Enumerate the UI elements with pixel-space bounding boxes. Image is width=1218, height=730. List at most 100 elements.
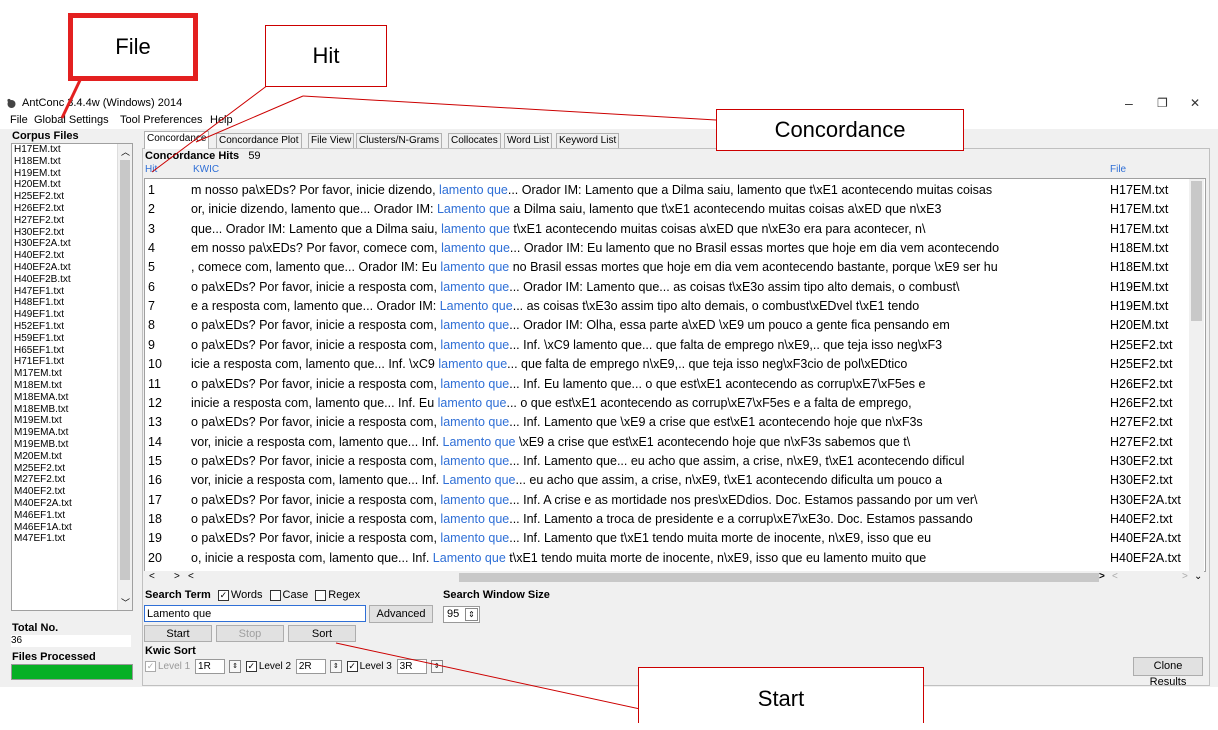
tab-concordance[interactable]: Concordance — [144, 131, 210, 149]
row-file-name[interactable]: H40EF2.txt — [1110, 510, 1173, 529]
tab-collocates[interactable]: Collocates — [448, 133, 501, 148]
table-row[interactable]: 20 o, inicie a resposta com, lamento que.… — [145, 549, 1205, 568]
table-row[interactable]: 4 em nosso pa\xEDs? Por favor, comece com… — [145, 239, 1205, 258]
kwic-keyword[interactable]: lamento que — [440, 260, 509, 274]
kwic-keyword[interactable]: lamento que — [440, 338, 509, 352]
column-header-kwic[interactable]: KWIC — [193, 164, 219, 175]
table-row[interactable]: 14 vor, inicie a resposta com, lamento qu… — [145, 433, 1205, 452]
list-item[interactable]: H18EM.txt — [14, 156, 118, 168]
row-file-name[interactable]: H17EM.txt — [1110, 200, 1168, 219]
list-item[interactable]: H30EF2A.txt — [14, 238, 118, 250]
kwic-keyword[interactable]: lamento que — [440, 415, 509, 429]
row-file-name[interactable]: H27EF2.txt — [1110, 433, 1173, 452]
list-item[interactable]: H19EM.txt — [14, 168, 118, 180]
clone-results-button[interactable]: Clone Results — [1133, 657, 1203, 688]
column-header-file[interactable]: File — [1110, 164, 1126, 175]
start-button[interactable]: Start — [144, 625, 212, 642]
list-item[interactable]: M40EF2.txt — [14, 486, 118, 498]
table-row[interactable]: 5 , comece com, lamento que... Orador IM:… — [145, 258, 1205, 277]
regex-checkbox[interactable] — [315, 589, 327, 601]
kwic-keyword[interactable]: lamento que — [441, 241, 510, 255]
concordance-horizontal-scrollbar[interactable]: < > < > < > ⌄ — [144, 571, 1204, 585]
list-item[interactable]: M19EM.txt — [14, 415, 118, 427]
spinner-arrows-icon[interactable]: ⇕ — [329, 660, 342, 673]
list-item[interactable]: H30EF2.txt — [14, 227, 118, 239]
table-row[interactable]: 9 o pa\xEDs? Por favor, inicie a resposta… — [145, 336, 1205, 355]
list-item[interactable]: M19EMB.txt — [14, 439, 118, 451]
list-item[interactable]: M17EM.txt — [14, 368, 118, 380]
sort-button[interactable]: Sort — [288, 625, 356, 642]
kwic-keyword[interactable]: lamento que — [440, 280, 509, 294]
list-item[interactable]: M40EF2A.txt — [14, 498, 118, 510]
spinner-arrows-icon[interactable]: ⇕ — [430, 660, 443, 673]
table-row[interactable]: 2 or, inicie dizendo, lamento que... Orad… — [145, 200, 1205, 219]
kwic-keyword[interactable]: Lamento que — [443, 473, 516, 487]
kwic-keyword[interactable]: lamento que — [440, 531, 509, 545]
row-file-name[interactable]: H19EM.txt — [1110, 278, 1168, 297]
table-row[interactable]: 19 o pa\xEDs? Por favor, inicie a respost… — [145, 529, 1205, 548]
kwic-keyword[interactable]: lamento que — [438, 357, 507, 371]
scroll-up-icon[interactable]: ︿ — [121, 145, 130, 158]
row-file-name[interactable]: H25EF2.txt — [1110, 355, 1173, 374]
list-item[interactable]: M47EF1.txt — [14, 533, 118, 545]
kwic-keyword[interactable]: lamento que — [440, 512, 509, 526]
list-item[interactable]: M46EF1.txt — [14, 510, 118, 522]
corpus-file-list[interactable]: H17EM.txt H18EM.txt H19EM.txt H20EM.txt H25E… — [11, 143, 133, 611]
list-item[interactable]: H49EF1.txt — [14, 309, 118, 321]
scroll-left-icon[interactable]: < — [1112, 571, 1118, 582]
kwic-keyword[interactable]: lamento que — [439, 183, 508, 197]
list-item[interactable]: H52EF1.txt — [14, 321, 118, 333]
spinner-arrows-icon[interactable]: ⇕ — [229, 660, 242, 673]
kwic-keyword[interactable]: lamento que — [440, 318, 509, 332]
kwic-keyword[interactable]: Lamento que — [443, 435, 516, 449]
concordance-vertical-scrollbar[interactable] — [1189, 179, 1204, 571]
row-file-name[interactable]: H27EF2.txt — [1110, 413, 1173, 432]
scroll-right-icon[interactable]: > — [1099, 571, 1105, 582]
column-header-hit[interactable]: Hit — [145, 164, 157, 175]
table-row[interactable]: 7 e a resposta com, lamento que... Orador… — [145, 297, 1205, 316]
list-item[interactable]: H26EF2.txt — [14, 203, 118, 215]
scroll-left-icon[interactable]: < — [149, 571, 155, 582]
scroll-thumb[interactable] — [459, 573, 1099, 582]
restore-button[interactable]: ❐ — [1157, 96, 1168, 110]
list-item[interactable]: H40EF2.txt — [14, 250, 118, 262]
list-item[interactable]: M18EMB.txt — [14, 404, 118, 416]
tab-concordance-plot[interactable]: Concordance Plot — [216, 133, 302, 148]
list-item[interactable]: H40EF2A.txt — [14, 262, 118, 274]
table-row[interactable]: 18 o pa\xEDs? Por favor, inicie a respost… — [145, 510, 1205, 529]
words-checkbox[interactable]: ✓ — [217, 589, 229, 601]
table-row[interactable]: 11 o pa\xEDs? Por favor, inicie a respost… — [145, 375, 1205, 394]
tab-file-view[interactable]: File View — [308, 133, 355, 148]
scroll-thumb[interactable] — [1191, 181, 1202, 321]
stop-button[interactable]: Stop — [216, 625, 284, 642]
list-item[interactable]: H48EF1.txt — [14, 297, 118, 309]
level-1-checkbox[interactable]: ✓ — [145, 661, 156, 672]
table-row[interactable]: 13 o pa\xEDs? Por favor, inicie a respost… — [145, 413, 1205, 432]
kwic-keyword[interactable]: lamento que — [440, 377, 509, 391]
tab-keyword-list[interactable]: Keyword List — [556, 133, 620, 148]
scroll-right-icon[interactable]: > — [174, 571, 180, 582]
level-1-select[interactable]: 1R — [195, 659, 226, 674]
list-item[interactable]: M46EF1A.txt — [14, 522, 118, 534]
list-item[interactable]: H65EF1.txt — [14, 345, 118, 357]
table-row[interactable]: 12 inicie a resposta com, lamento que...… — [145, 394, 1205, 413]
list-item[interactable]: H59EF1.txt — [14, 333, 118, 345]
file-list-scrollbar[interactable]: ︿ ﹀ — [117, 144, 132, 610]
scroll-right-icon[interactable]: > — [1182, 571, 1188, 582]
list-item[interactable]: M18EMA.txt — [14, 392, 118, 404]
table-row[interactable]: 10 icie a resposta com, lamento que... In… — [145, 355, 1205, 374]
row-file-name[interactable]: H40EF2A.txt — [1110, 529, 1181, 548]
scroll-left-icon[interactable]: < — [188, 571, 194, 582]
scroll-down-icon[interactable]: ﹀ — [121, 596, 130, 609]
row-file-name[interactable]: H18EM.txt — [1110, 258, 1168, 277]
menu-file[interactable]: File — [10, 114, 28, 126]
row-file-name[interactable]: H18EM.txt — [1110, 239, 1168, 258]
list-item[interactable]: H20EM.txt — [14, 179, 118, 191]
menu-tool-preferences[interactable]: Tool Preferences — [120, 114, 203, 126]
row-file-name[interactable]: H19EM.txt — [1110, 297, 1168, 316]
concordance-table[interactable]: 1 m nosso pa\xEDs? Por favor, inicie dize… — [144, 178, 1206, 572]
kwic-keyword[interactable]: lamento que — [440, 454, 509, 468]
list-item[interactable]: H47EF1.txt — [14, 286, 118, 298]
list-item[interactable]: M27EF2.txt — [14, 474, 118, 486]
table-row[interactable]: 16 vor, inicie a resposta com, lamento qu… — [145, 471, 1205, 490]
